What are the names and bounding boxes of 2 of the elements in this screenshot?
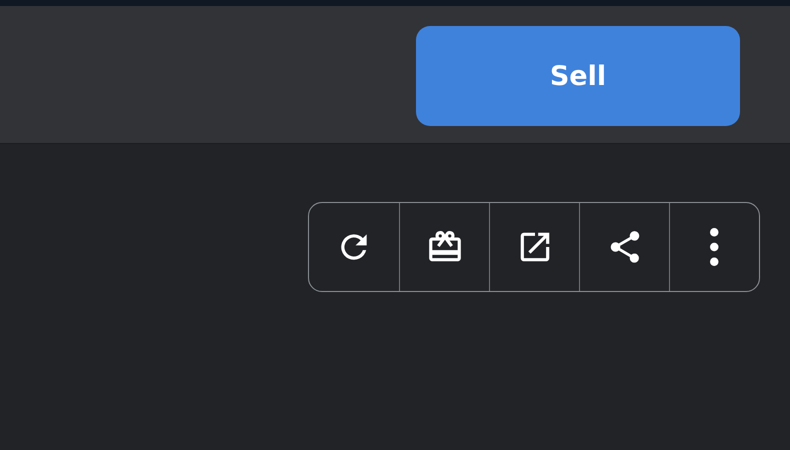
more-icon xyxy=(710,228,719,266)
sell-button[interactable]: Sell xyxy=(416,26,740,126)
